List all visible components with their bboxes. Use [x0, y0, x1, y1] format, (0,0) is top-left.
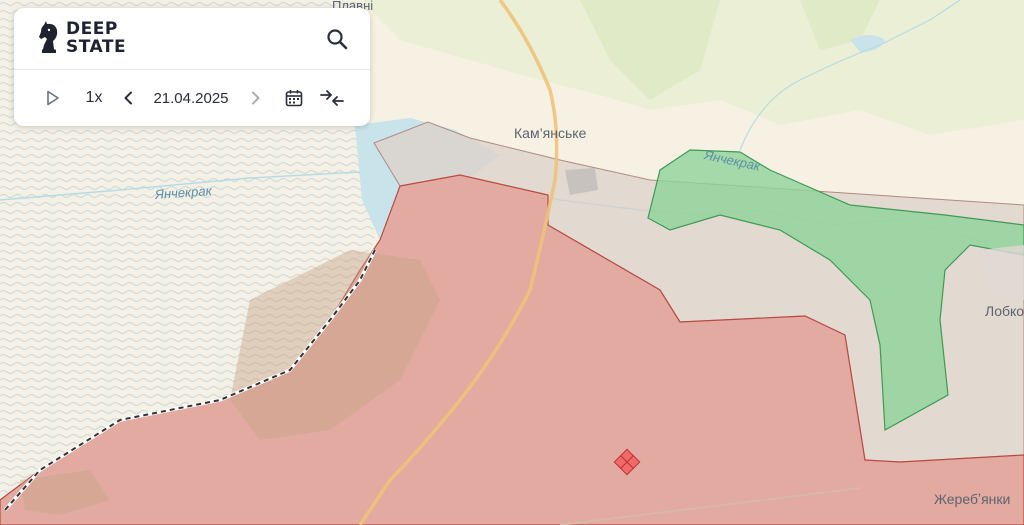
town-label: Кам’янське [514, 125, 587, 141]
chevron-left-icon [124, 91, 132, 105]
play-button[interactable] [42, 86, 64, 110]
playback-controls: 1x 21.04.2025 [14, 70, 370, 126]
prev-date-button[interactable] [118, 86, 138, 110]
search-button[interactable] [324, 26, 350, 52]
compare-arrows-icon [320, 90, 344, 106]
brand-logo[interactable]: DEEP STATE [38, 20, 126, 56]
current-date[interactable]: 21.04.2025 [148, 86, 234, 110]
chevron-right-icon [252, 91, 260, 105]
brand-name: DEEP [66, 19, 118, 39]
compare-button[interactable] [318, 86, 346, 110]
knight-chess-icon [39, 21, 58, 53]
calendar-button[interactable] [282, 86, 306, 110]
calendar-icon [285, 90, 303, 107]
next-date-button[interactable] [246, 86, 266, 110]
search-icon [327, 29, 348, 50]
town-label: Лобко [985, 303, 1024, 319]
play-icon [47, 90, 59, 106]
speed-toggle[interactable]: 1x [80, 86, 108, 110]
brand-name: STATE [66, 37, 127, 57]
town-label: Жеребʼянки [934, 491, 1011, 507]
control-panel: DEEP STATE 1x 21.04.2025 [14, 8, 370, 126]
